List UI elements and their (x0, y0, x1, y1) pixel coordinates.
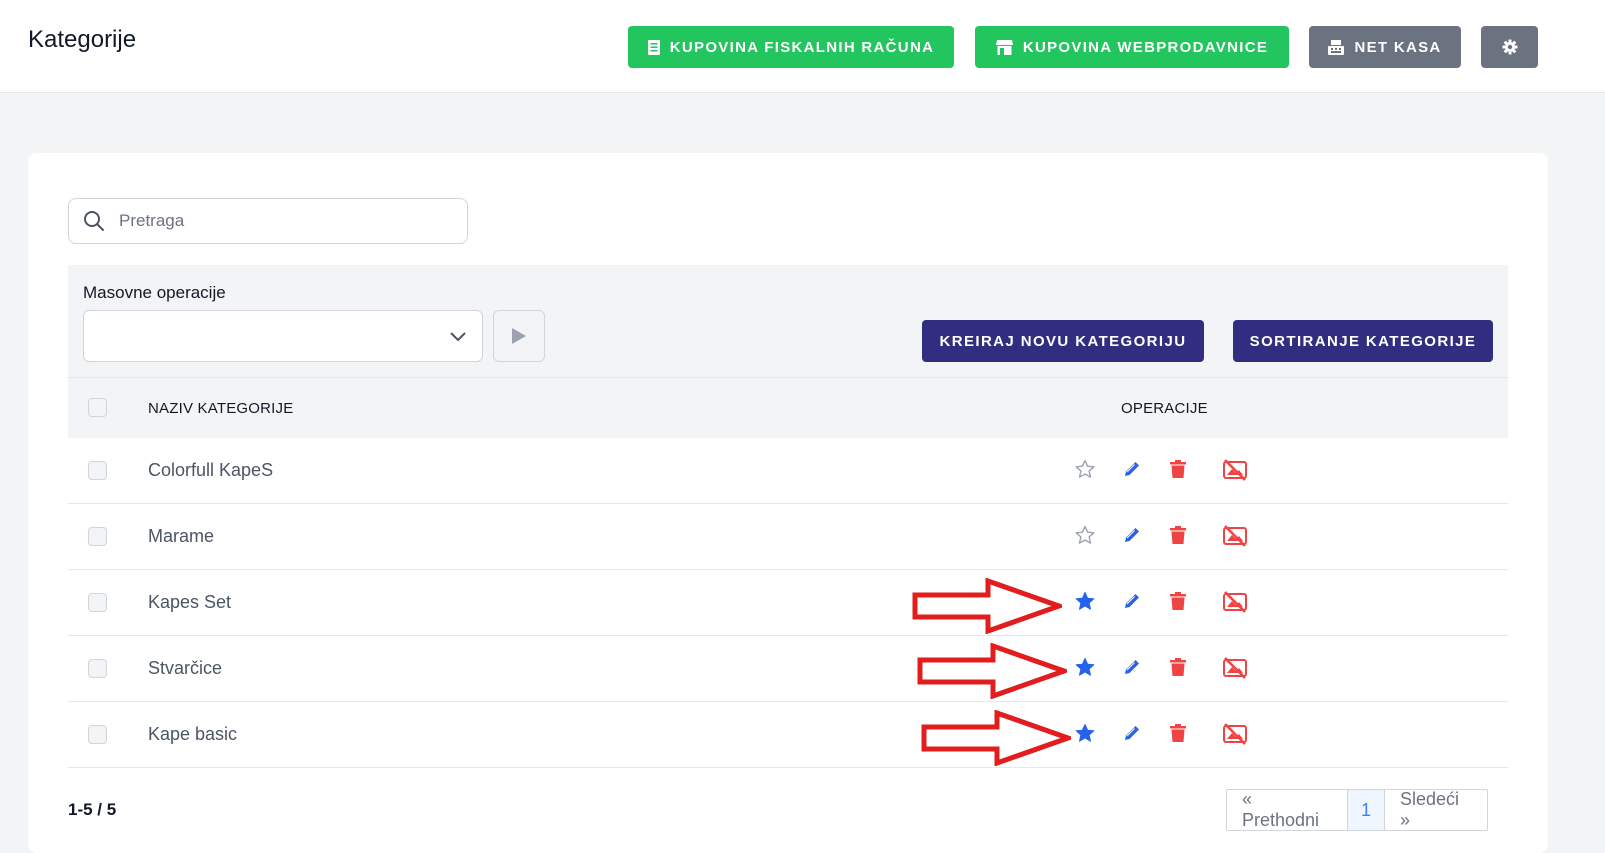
arrow-annotation-icon (921, 710, 1071, 766)
search-box[interactable] (68, 198, 468, 244)
pagination: « Prethodni 1 Sledeći » (1226, 789, 1488, 831)
category-name: Stvarčice (148, 658, 223, 678)
net-kasa-label: NET KASA (1354, 38, 1442, 56)
mass-operations-label: Masovne operacije (83, 283, 226, 302)
receipt-icon (647, 39, 660, 55)
chevron-down-icon (450, 329, 466, 347)
page-title: Kategorije (28, 26, 137, 53)
pencil-icon[interactable] (1122, 591, 1142, 611)
pencil-icon[interactable] (1122, 525, 1142, 545)
hide-image-icon[interactable] (1222, 723, 1248, 745)
top-bar: Kategorije KUPOVINA FISKALNIH RAČUNA KUP… (0, 0, 1605, 93)
table-row: Colorfull KapeS (68, 438, 1508, 504)
pagination-next[interactable]: Sledeći » (1385, 789, 1487, 830)
pencil-icon[interactable] (1122, 657, 1142, 677)
star-icon[interactable] (1075, 591, 1095, 611)
buy-webshop-label: KUPOVINA WEBPRODAVNICE (1022, 38, 1269, 56)
star-icon[interactable] (1075, 525, 1095, 545)
play-icon (511, 327, 527, 345)
hide-image-icon[interactable] (1222, 591, 1248, 613)
buy-webshop-button[interactable]: KUPOVINA WEBPRODAVNICE (975, 26, 1289, 68)
arrow-annotation-icon (917, 643, 1067, 699)
pencil-icon[interactable] (1122, 459, 1142, 479)
category-name: Marame (148, 526, 215, 546)
row-checkbox[interactable] (88, 659, 107, 678)
trash-icon[interactable] (1169, 525, 1187, 545)
arrow-annotation-icon (912, 578, 1062, 634)
trash-icon[interactable] (1169, 591, 1187, 611)
trash-icon[interactable] (1169, 657, 1187, 677)
category-name: Colorfull KapeS (148, 460, 274, 480)
buy-fiscal-receipts-label: KUPOVINA FISKALNIH RAČUNA (669, 38, 935, 56)
table-row: Marame (68, 504, 1508, 570)
cash-register-icon (1328, 39, 1345, 55)
column-header-operations: OPERACIJE (1121, 400, 1208, 417)
buy-fiscal-receipts-button[interactable]: KUPOVINA FISKALNIH RAČUNA (628, 26, 954, 68)
results-count: 1-5 / 5 (68, 800, 117, 819)
pagination-page-1[interactable]: 1 (1348, 790, 1385, 830)
star-icon[interactable] (1075, 657, 1095, 677)
trash-icon[interactable] (1169, 459, 1187, 479)
table-row: Stvarčice (68, 636, 1508, 702)
select-all-checkbox[interactable] (88, 398, 107, 417)
search-icon (83, 210, 105, 232)
pagination-previous[interactable]: « Prethodni (1227, 789, 1348, 830)
row-checkbox[interactable] (88, 461, 107, 480)
gear-icon (1502, 39, 1518, 55)
hide-image-icon[interactable] (1222, 657, 1248, 679)
table-row: Kape basic (68, 702, 1508, 768)
star-icon[interactable] (1075, 459, 1095, 479)
mass-operations-select[interactable] (83, 310, 483, 362)
net-kasa-button[interactable]: NET KASA (1309, 26, 1461, 68)
header-divider (68, 377, 1508, 378)
settings-button[interactable] (1481, 26, 1538, 68)
star-icon[interactable] (1075, 723, 1095, 743)
sort-categories-button[interactable]: SORTIRANJE KATEGORIJE (1233, 320, 1493, 362)
pencil-icon[interactable] (1122, 723, 1142, 743)
category-name: Kapes Set (148, 592, 232, 612)
trash-icon[interactable] (1169, 723, 1187, 743)
run-mass-operation-button[interactable] (493, 310, 545, 362)
create-category-button[interactable]: KREIRAJ NOVU KATEGORIJU (922, 320, 1204, 362)
search-input[interactable] (117, 210, 441, 232)
category-name: Kape basic (148, 724, 238, 744)
column-header-name: NAZIV KATEGORIJE (148, 400, 294, 417)
row-checkbox[interactable] (88, 725, 107, 744)
hide-image-icon[interactable] (1222, 525, 1248, 547)
store-icon (995, 39, 1013, 55)
row-checkbox[interactable] (88, 527, 107, 546)
hide-image-icon[interactable] (1222, 459, 1248, 481)
row-checkbox[interactable] (88, 593, 107, 612)
table-row: Kapes Set (68, 570, 1508, 636)
